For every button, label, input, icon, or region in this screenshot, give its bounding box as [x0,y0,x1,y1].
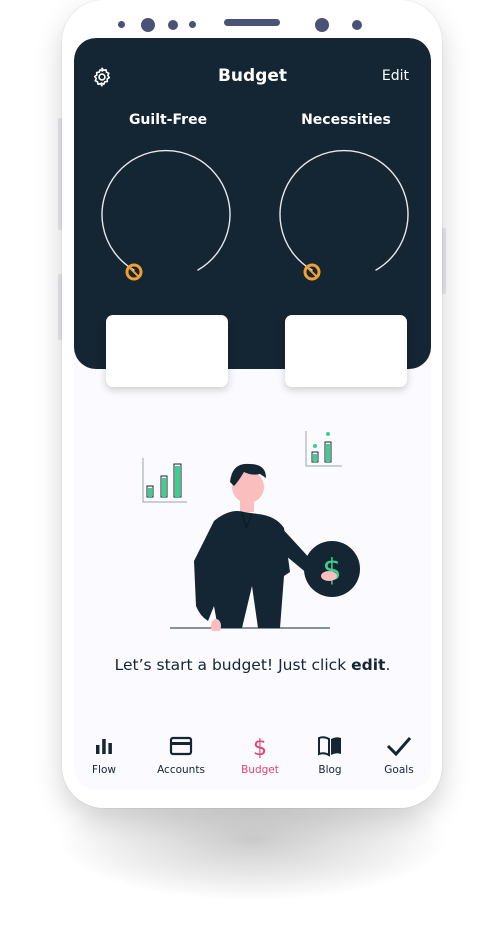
tab-label: Accounts [157,764,205,776]
tab-flow[interactable]: Flow [74,728,139,788]
phone-speaker [224,19,280,26]
dial-title-necessities: Necessities [301,112,391,128]
message-punctuation: . [385,656,391,674]
edit-button[interactable]: Edit [382,68,409,84]
bottom-tab-bar: Flow Accounts $ Budget Blog Goals [74,728,431,790]
guilt-free-dial[interactable] [98,144,238,284]
svg-text:$: $ [322,553,341,588]
phone-sensor [168,20,178,30]
tab-label: Flow [92,764,116,776]
message-text: Let’s start a budget! Just click [114,656,352,674]
page-title: Budget [217,66,288,86]
phone-camera [141,18,155,32]
tab-budget[interactable]: $ Budget [225,728,295,788]
message-emphasis: edit [351,656,386,674]
dial-knob-icon [303,263,321,281]
necessities-dial[interactable] [276,144,416,284]
empty-state-message: Let’s start a budget! Just click edit. [74,656,431,674]
book-icon [318,736,341,757]
dial-knob-icon [125,263,143,281]
bar-chart-graphic [305,431,342,467]
phone-sensor [189,21,196,28]
svg-text:$: $ [253,736,267,758]
bar-chart-graphic [142,458,187,503]
phone-camera [315,18,329,32]
phone-sensor [352,20,362,30]
checkmark-icon [386,737,412,757]
bar-chart-icon [96,739,112,754]
phone-side-button [442,228,446,294]
phone-sensor [118,21,125,28]
tab-accounts[interactable]: Accounts [146,728,216,788]
dial-title-guilt-free: Guilt-Free [128,112,208,128]
tab-label: Blog [318,764,342,776]
credit-card-icon [169,736,193,756]
tab-label: Goals [384,764,414,776]
tab-goals[interactable]: Goals [364,728,431,788]
guilt-free-card[interactable] [106,315,228,387]
dollar-icon: $ [253,736,267,758]
tab-label: Budget [241,764,279,776]
necessities-card[interactable] [285,315,407,387]
app-screen: Budget Edit Guilt-Free Necessities $ Let… [74,38,431,790]
budget-illustration: $ [142,431,360,631]
tab-blog[interactable]: Blog [295,728,365,788]
